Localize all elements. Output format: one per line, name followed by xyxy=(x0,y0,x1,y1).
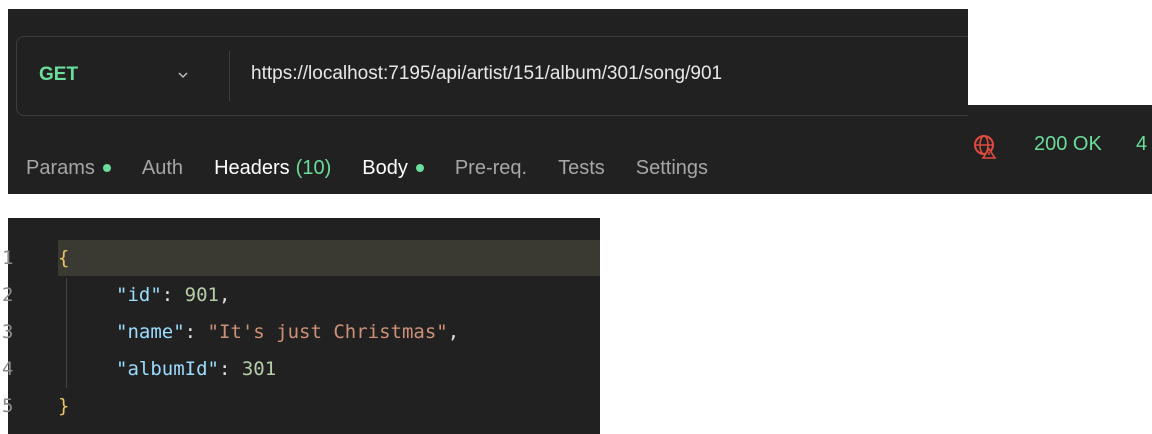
response-editor[interactable]: 1 { 2 "id": 901, 3 "name": "It's just Ch… xyxy=(2,218,600,434)
line-number: 5 xyxy=(2,395,14,417)
code-line: 4 "albumId": 301 xyxy=(2,351,276,387)
code-line: 3 "name": "It's just Christmas", xyxy=(2,314,459,350)
params-indicator-dot xyxy=(102,164,111,172)
line-number: 2 xyxy=(2,284,14,306)
tab-label: Tests xyxy=(558,156,605,179)
response-time: 4 xyxy=(1136,133,1148,155)
json-field-albumid: "albumId": 301 xyxy=(116,358,277,380)
code-line: 1 { xyxy=(2,240,69,276)
tab-label: Body xyxy=(362,156,408,179)
json-comma: , xyxy=(447,321,460,343)
line-number: 4 xyxy=(2,358,14,380)
code-line: 5 } xyxy=(2,388,69,424)
active-line-highlight xyxy=(58,240,600,276)
json-key: "albumId" xyxy=(116,358,219,380)
globe-warning-icon[interactable] xyxy=(972,133,998,159)
url-bar: GET https://localhost:7195/api/artist/15… xyxy=(16,36,968,116)
tab-label: Pre-req. xyxy=(454,156,528,179)
code-line: 2 "id": 901, xyxy=(2,277,230,313)
tab-settings[interactable]: Settings xyxy=(636,157,708,180)
tab-label: Auth xyxy=(141,156,184,179)
line-number: 1 xyxy=(2,247,14,269)
line-number: 3 xyxy=(2,321,14,343)
url-input[interactable]: https://localhost:7195/api/artist/151/al… xyxy=(251,63,722,85)
tab-label: Params xyxy=(26,156,95,179)
body-indicator-dot xyxy=(415,164,424,172)
open-brace: { xyxy=(58,247,70,269)
tab-auth[interactable]: Auth xyxy=(142,157,183,180)
json-comma: , xyxy=(218,284,231,306)
chevron-down-icon[interactable] xyxy=(177,69,189,81)
tab-tests[interactable]: Tests xyxy=(558,157,605,180)
status-badge[interactable]: 200 OK xyxy=(1034,133,1102,156)
tab-pre-request[interactable]: Pre-req. xyxy=(455,157,527,180)
tab-label: Headers xyxy=(214,156,290,179)
json-field-id: "id": 901, xyxy=(116,284,231,306)
request-tabs: Params Auth Headers (10) Body Pre-req. T… xyxy=(8,148,739,188)
json-key: "id" xyxy=(116,284,162,306)
tab-label: Settings xyxy=(635,156,709,179)
method-select[interactable]: GET xyxy=(39,64,78,86)
tab-params[interactable]: Params xyxy=(26,157,111,180)
json-value: 901 xyxy=(184,284,219,306)
json-value: 301 xyxy=(241,358,277,380)
json-field-name: "name": "It's just Christmas", xyxy=(116,321,460,343)
url-divider xyxy=(229,51,230,101)
json-value: "It's just Christmas" xyxy=(207,321,448,343)
close-brace: } xyxy=(58,395,70,417)
tab-headers[interactable]: Headers (10) xyxy=(214,157,331,180)
indent-guide xyxy=(66,278,67,388)
headers-count: (10) xyxy=(295,156,332,179)
json-key: "name" xyxy=(116,321,185,343)
tab-body[interactable]: Body xyxy=(362,157,424,180)
